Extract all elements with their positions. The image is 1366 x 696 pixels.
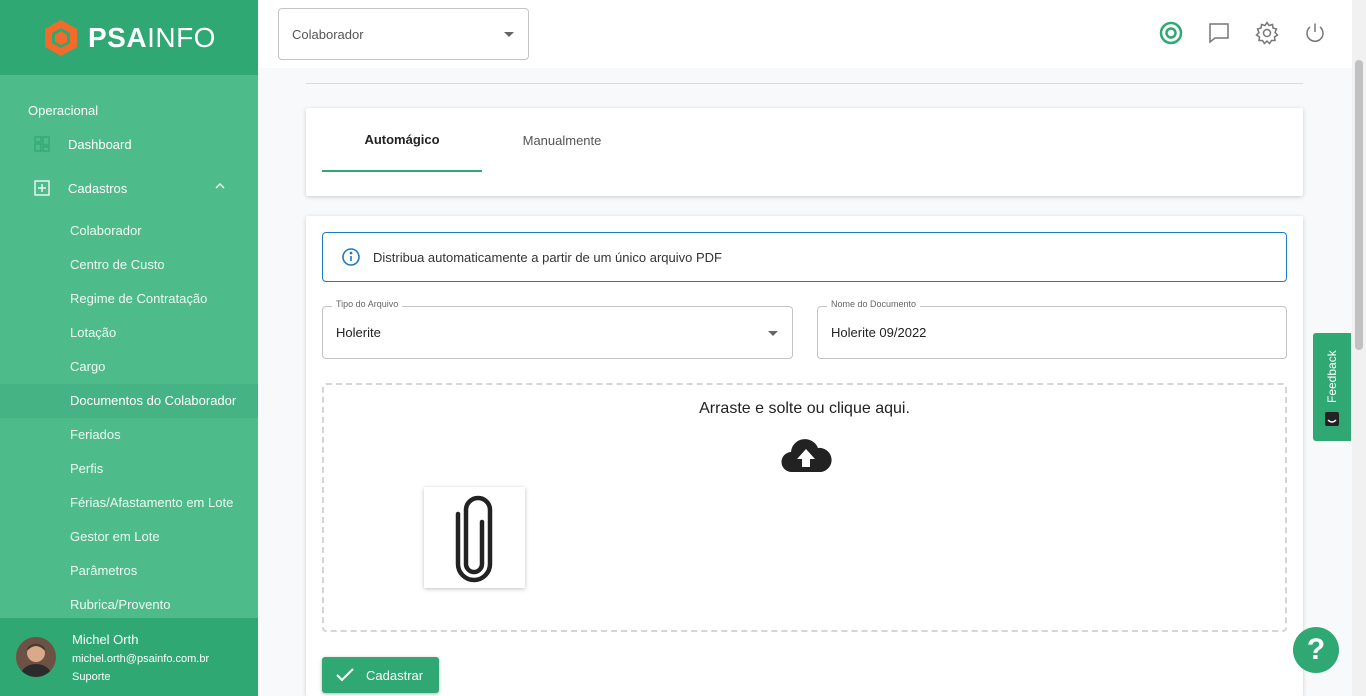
tabs-card: Automágico Manualmente (306, 108, 1303, 196)
sidebar-item-dashboard[interactable]: Dashboard (0, 122, 258, 166)
select-value: Colaborador (292, 26, 364, 42)
feedback-label: Feedback (1325, 350, 1339, 403)
info-text: Distribua automaticamente a partir de um… (373, 249, 722, 265)
tipo-arquivo-select[interactable]: Tipo do Arquivo Holerite (322, 299, 793, 359)
info-icon (341, 247, 361, 267)
sidebar-item-cadastros[interactable]: Cadastros (0, 166, 258, 210)
upload-form-card: Distribua automaticamente a partir de um… (306, 216, 1303, 696)
sidebar: PSAINFO Operacional Dashboard Cadastros … (0, 0, 258, 696)
sidebar-sub-feriados[interactable]: Feriados (0, 418, 258, 452)
divider (306, 83, 1303, 84)
page-scrollbar[interactable] (1352, 0, 1366, 696)
sidebar-item-label: Cadastros (68, 180, 128, 196)
dropdown-arrow-icon (504, 32, 514, 37)
nav-section-title: Operacional (28, 103, 99, 118)
sidebar-sub-cargo[interactable]: Cargo (0, 350, 258, 384)
sidebar-sub-parametros[interactable]: Parâmetros (0, 554, 258, 588)
button-label: Cadastrar (366, 667, 424, 683)
file-dropzone[interactable]: Arraste e solte ou clique aqui. (322, 383, 1287, 632)
brand-name: PSAINFO (88, 21, 216, 53)
power-icon[interactable] (1302, 20, 1328, 46)
feedback-icon (1324, 411, 1340, 432)
check-icon (336, 668, 354, 682)
user-email: michel.orth@psainfo.com.br (72, 652, 210, 665)
logo[interactable]: PSAINFO (0, 0, 258, 75)
sidebar-sub-lotacao[interactable]: Lotação (0, 316, 258, 350)
chevron-up-icon[interactable] (214, 180, 226, 195)
chat-icon[interactable] (1206, 20, 1232, 46)
sidebar-sub-regime[interactable]: Regime de Contratação (0, 282, 258, 316)
field-label: Nome do Documento (827, 299, 921, 309)
sidebar-sub-documentos[interactable]: Documentos do Colaborador (0, 384, 258, 418)
avatar (16, 637, 56, 677)
grid-icon (32, 134, 52, 154)
sidebar-sub-perfis[interactable]: Perfis (0, 452, 258, 486)
gear-icon[interactable] (1254, 20, 1280, 46)
tab-manualmente[interactable]: Manualmente (482, 108, 642, 172)
cloud-upload-icon (780, 437, 832, 478)
user-name: Michel Orth (72, 631, 139, 647)
help-button[interactable]: ? (1293, 627, 1339, 673)
scrollbar-thumb[interactable] (1355, 60, 1363, 350)
sidebar-sub-gestor[interactable]: Gestor em Lote (0, 520, 258, 554)
topbar: Colaborador (258, 0, 1352, 68)
sidebar-sub-rubrica[interactable]: Rubrica/Provento (0, 588, 258, 622)
dropzone-text: Arraste e solte ou clique aqui. (699, 400, 910, 417)
brand-logo-icon (45, 19, 77, 56)
collaborator-select[interactable]: Colaborador (278, 8, 529, 60)
nome-documento-field[interactable]: Nome do Documento Holerite 09/2022 (817, 299, 1287, 359)
plus-square-icon (32, 178, 52, 198)
info-alert: Distribua automaticamente a partir de um… (322, 232, 1287, 282)
paperclip-icon (455, 495, 492, 582)
tab-automagico[interactable]: Automágico (322, 108, 482, 172)
feedback-tab[interactable]: Feedback (1313, 333, 1351, 441)
user-panel[interactable]: Michel Orth michel.orth@psainfo.com.br S… (0, 618, 258, 696)
field-label: Tipo do Arquivo (332, 299, 403, 309)
sidebar-item-label: Dashboard (68, 136, 132, 152)
sidebar-sub-colaborador[interactable]: Colaborador (0, 214, 258, 248)
file-thumbnail[interactable] (424, 487, 525, 588)
dropdown-arrow-icon (768, 331, 778, 336)
field-value: Holerite 09/2022 (831, 325, 927, 340)
user-role: Suporte (72, 670, 111, 683)
target-icon[interactable] (1158, 20, 1184, 46)
cadastrar-button[interactable]: Cadastrar (322, 657, 439, 693)
sidebar-sub-ferias[interactable]: Férias/Afastamento em Lote (0, 486, 258, 520)
field-value: Holerite (336, 325, 381, 340)
sidebar-sub-centro-custo[interactable]: Centro de Custo (0, 248, 258, 282)
